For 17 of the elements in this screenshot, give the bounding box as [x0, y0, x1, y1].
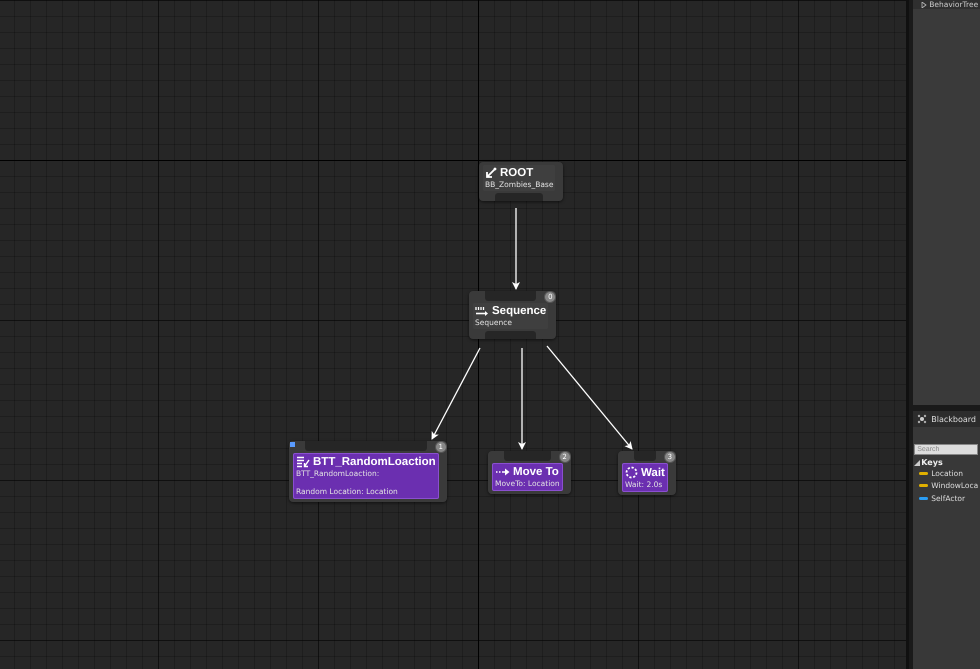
task-list-icon — [296, 456, 310, 468]
node-title: Sequence — [492, 305, 546, 317]
node-title: Move To — [513, 466, 559, 478]
dotted-arrow-icon — [495, 468, 510, 476]
blackboard-tab[interactable]: Blackboard — [913, 411, 980, 427]
marker-icon — [290, 442, 295, 447]
node-title: Wait — [641, 466, 665, 478]
sequence-icon — [475, 306, 489, 316]
expanded-arrow-icon[interactable] — [914, 460, 920, 466]
tab-label: Blackboard — [931, 414, 976, 424]
node-title: ROOT — [500, 167, 534, 179]
network-icon — [917, 414, 928, 424]
keys-header: Keys — [921, 458, 943, 467]
node-title: BTT_RandomLoaction — [313, 456, 436, 468]
collapse-arrow-icon[interactable] — [921, 2, 928, 8]
dotted-circle-icon — [625, 466, 638, 479]
arrow-icon — [485, 167, 497, 179]
